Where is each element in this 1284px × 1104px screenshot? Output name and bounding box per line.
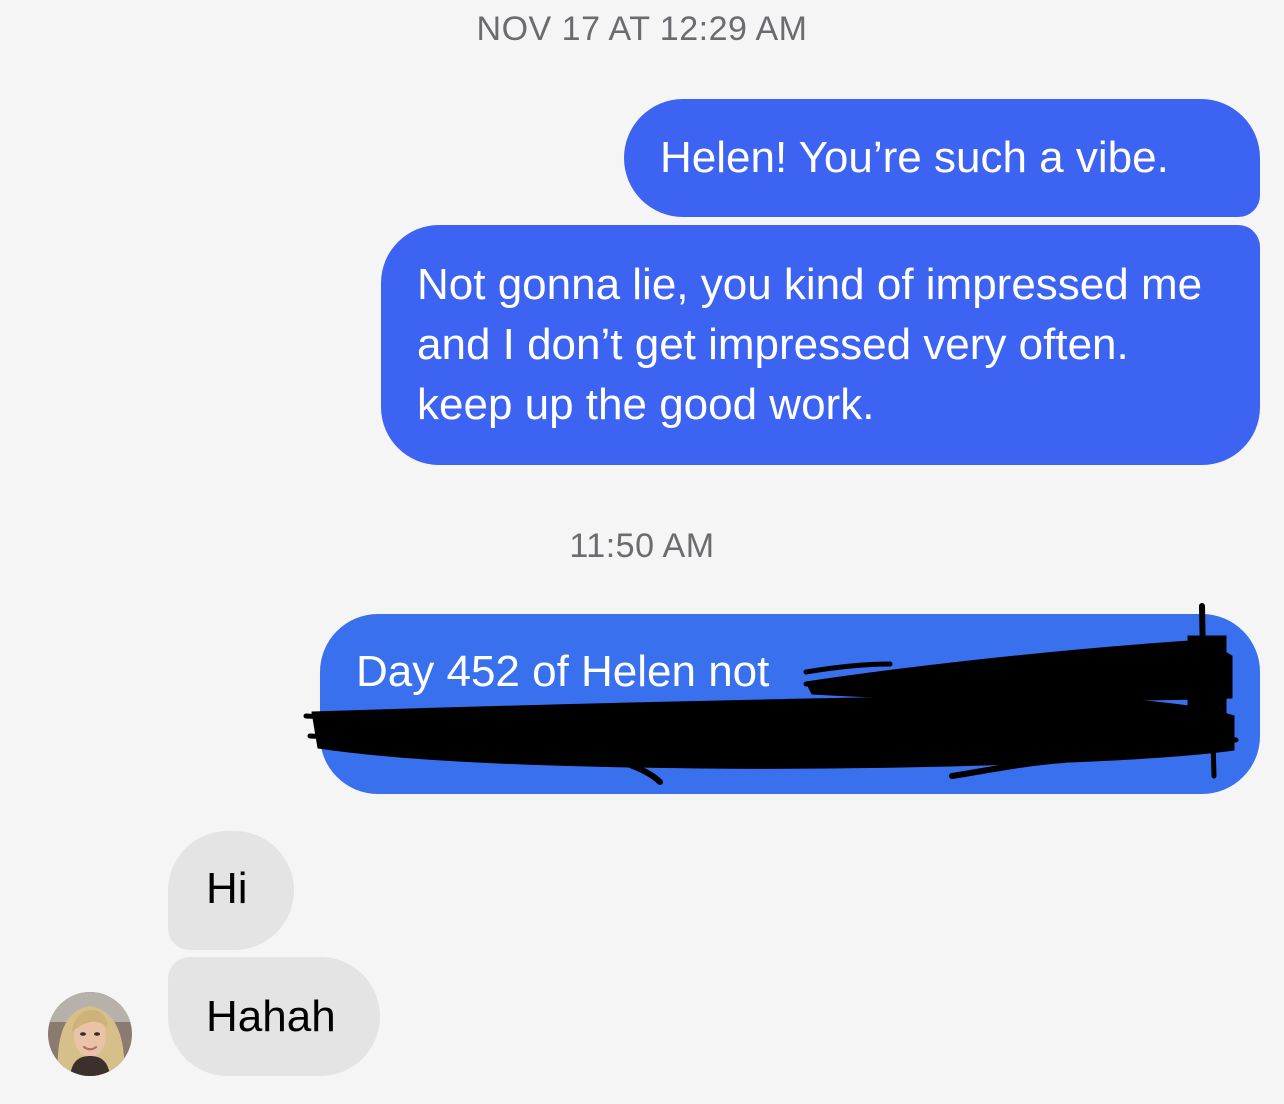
contact-avatar-photo (48, 992, 132, 1076)
incoming-message-bubble[interactable]: Hi (168, 831, 294, 950)
incoming-message-bubble[interactable]: Hahah (168, 957, 380, 1076)
message-text: Hahah (206, 992, 336, 1041)
message-text: Hi (206, 864, 248, 913)
contact-avatar[interactable] (48, 992, 132, 1076)
